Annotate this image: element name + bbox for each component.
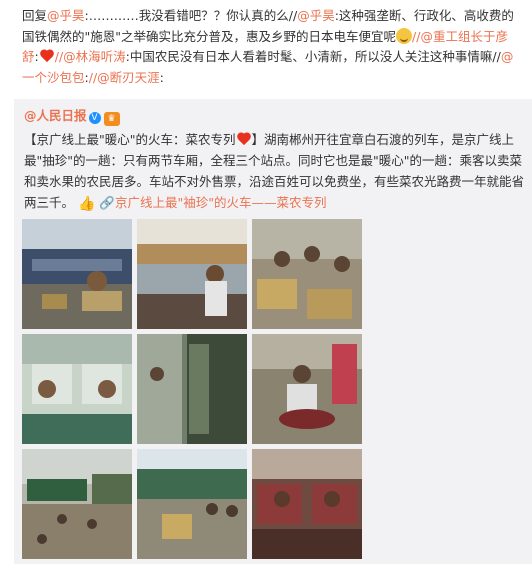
reply-comment: 回复@乎昊:…………我没看错吧？？你认真的么//@乎昊:这种强垄断、行政化、高收… xyxy=(0,0,532,96)
article-link[interactable]: 京广线上最"袖珍"的火车——菜农专列 xyxy=(115,195,327,210)
photo-5[interactable] xyxy=(137,334,247,444)
heart-emoji-icon xyxy=(40,50,54,62)
photo-9[interactable] xyxy=(252,449,362,559)
photo-8[interactable] xyxy=(137,449,247,559)
mention-link[interactable]: @乎昊 xyxy=(47,8,85,23)
comment-colon: : xyxy=(159,69,164,85)
comment-dots: :………… xyxy=(84,8,139,23)
photo-2[interactable] xyxy=(137,219,247,329)
member-badge-icon: ♛ xyxy=(103,112,120,126)
mention-link[interactable]: @乎昊 xyxy=(297,8,335,23)
thumb-up-icon: 👍 xyxy=(78,196,96,212)
comment-colon: : xyxy=(34,49,39,64)
photo-3[interactable] xyxy=(252,219,362,329)
heart-emoji-icon xyxy=(237,133,251,145)
mention-link[interactable]: //@断刃天涯 xyxy=(89,70,160,85)
photo-7[interactable] xyxy=(22,449,132,559)
link-icon[interactable]: 🔗 xyxy=(99,195,115,210)
reposted-weibo: @人民日报 V ♛ 【京广线上最"暖心"的火车：菜农专列 】湖南郴州开往宜章白石渡的列… xyxy=(14,99,532,564)
photo-6[interactable] xyxy=(252,334,362,444)
smile-emoji-icon xyxy=(396,27,413,44)
topic-title-close: 】 xyxy=(251,132,265,147)
reply-label: 回复 xyxy=(22,8,48,23)
source-account-link[interactable]: @人民日报 xyxy=(24,108,87,123)
comment-text: :中国农民没有日本人看着时髦、小清新，所以没人关注这种事情嘛// xyxy=(125,49,501,64)
verified-badge-icon: V xyxy=(88,112,101,124)
repost-header: @人民日报 V ♛ xyxy=(24,107,524,129)
photo-1[interactable] xyxy=(22,219,132,329)
comment-text: 我没看错吧？？你认真的么// xyxy=(138,8,298,23)
mention-link[interactable]: //@林海听涛 xyxy=(55,49,126,64)
repost-body: 【京广线上最"暖心"的火车：菜农专列 】湖南郴州开往宜章白石渡的列车，是京广线上最… xyxy=(24,129,529,215)
topic-title: 【京广线上最"暖心"的火车：菜农专列 xyxy=(24,132,236,147)
photo-4[interactable] xyxy=(22,334,132,444)
